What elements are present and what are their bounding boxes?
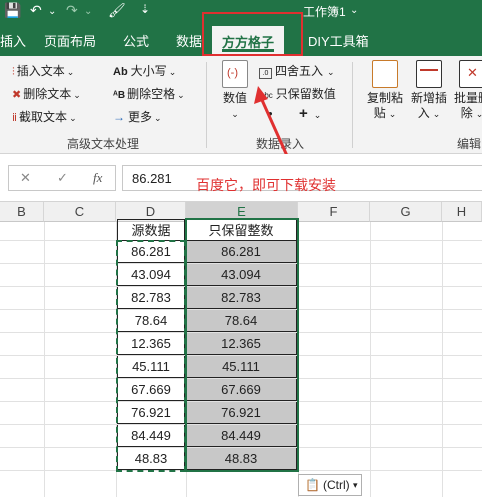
insert-function-icon[interactable]: fx [93, 170, 102, 186]
column-header-b[interactable]: B [0, 202, 44, 222]
confirm-icon[interactable]: ✓ [57, 170, 68, 186]
annotation-text: 百度它，即可下载安装 [196, 177, 336, 193]
paste-options-button[interactable]: 📋 (Ctrl) ▾ [298, 474, 362, 496]
column-header-g[interactable]: G [370, 202, 442, 222]
formula-value: 86.281 [132, 171, 172, 186]
copy-marquee [116, 240, 186, 472]
paste-options-label: (Ctrl) [323, 478, 350, 492]
column-header-f[interactable]: F [298, 202, 370, 222]
chevron-down-icon: ▾ [353, 480, 358, 490]
clipboard-icon: 📋 [305, 478, 320, 492]
cancel-icon[interactable]: ✕ [20, 170, 31, 186]
header-cell-source[interactable]: 源数据 [117, 219, 185, 241]
formula-controls: ✕ ✓ fx [8, 165, 116, 191]
column-header-c[interactable]: C [44, 202, 116, 222]
column-header-h[interactable]: H [442, 202, 482, 222]
selection-range [185, 218, 299, 472]
